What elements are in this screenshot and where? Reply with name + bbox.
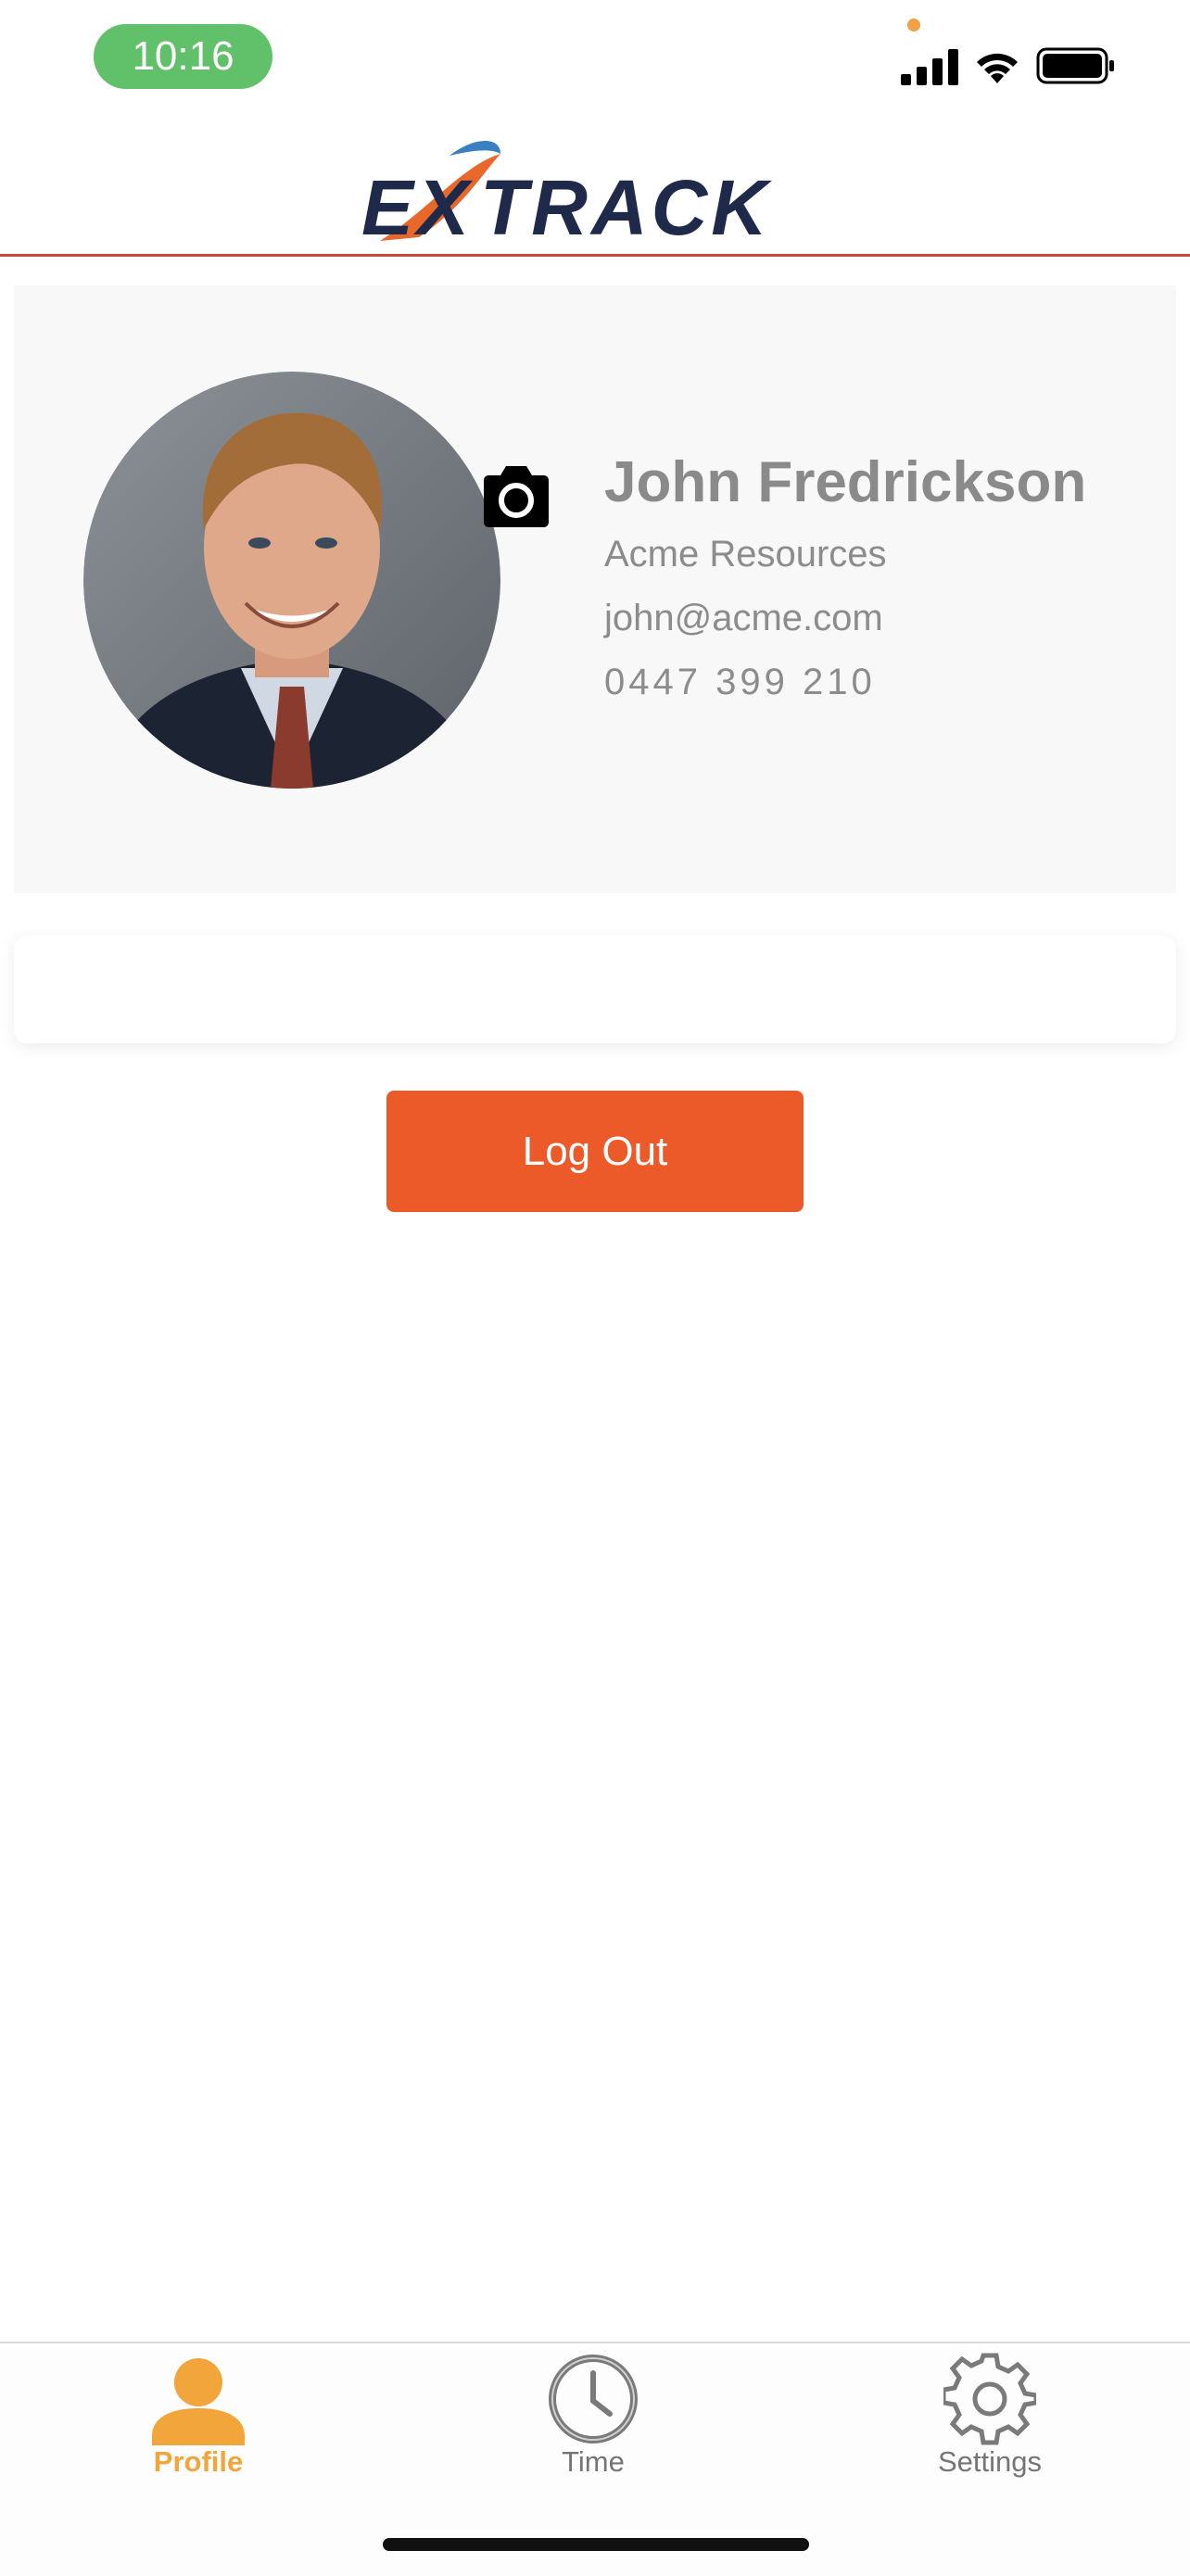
empty-card — [14, 936, 1176, 1043]
clock-icon — [549, 2355, 638, 2443]
signal-icon — [901, 49, 958, 85]
profile-info: John Fredrickson Acme Resources john@acm… — [604, 443, 1160, 714]
wifi-icon — [977, 53, 1018, 83]
status-bar: 10:16 — [0, 0, 1190, 120]
avatar-container — [83, 372, 549, 789]
profile-email: john@acme.com — [604, 598, 883, 638]
svg-text:E: E — [361, 164, 416, 248]
gear-icon — [943, 2353, 1036, 2445]
home-indicator[interactable] — [383, 2538, 809, 2551]
tab-settings-label: Settings — [937, 2445, 1042, 2478]
profile-card: John Fredrickson Acme Resources john@acm… — [14, 285, 1176, 893]
tab-settings[interactable]: Settings — [851, 2343, 1129, 2501]
avatar[interactable] — [83, 372, 500, 789]
tab-time-label: Time — [562, 2445, 625, 2478]
app-header: E X TRACK — [0, 120, 1190, 257]
change-photo-button[interactable] — [480, 464, 552, 529]
tab-time[interactable]: Time — [454, 2343, 732, 2501]
status-time: 10:16 — [94, 24, 272, 89]
logout-button[interactable]: Log Out — [386, 1091, 804, 1212]
battery-icon — [1036, 47, 1114, 84]
svg-text:X: X — [413, 164, 474, 248]
profile-company: Acme Resources — [604, 534, 887, 575]
tab-profile[interactable]: Profile — [59, 2343, 337, 2501]
svg-text:TRACK: TRACK — [480, 164, 772, 248]
privacy-indicator-dot — [907, 19, 920, 32]
extrack-logo: E X TRACK — [361, 140, 772, 248]
person-icon — [152, 2358, 245, 2445]
camera-icon — [484, 466, 549, 527]
profile-name: John Fredrickson — [604, 450, 1087, 514]
profile-phone: 0447 399 210 — [604, 662, 876, 702]
tab-profile-label: Profile — [153, 2445, 244, 2478]
